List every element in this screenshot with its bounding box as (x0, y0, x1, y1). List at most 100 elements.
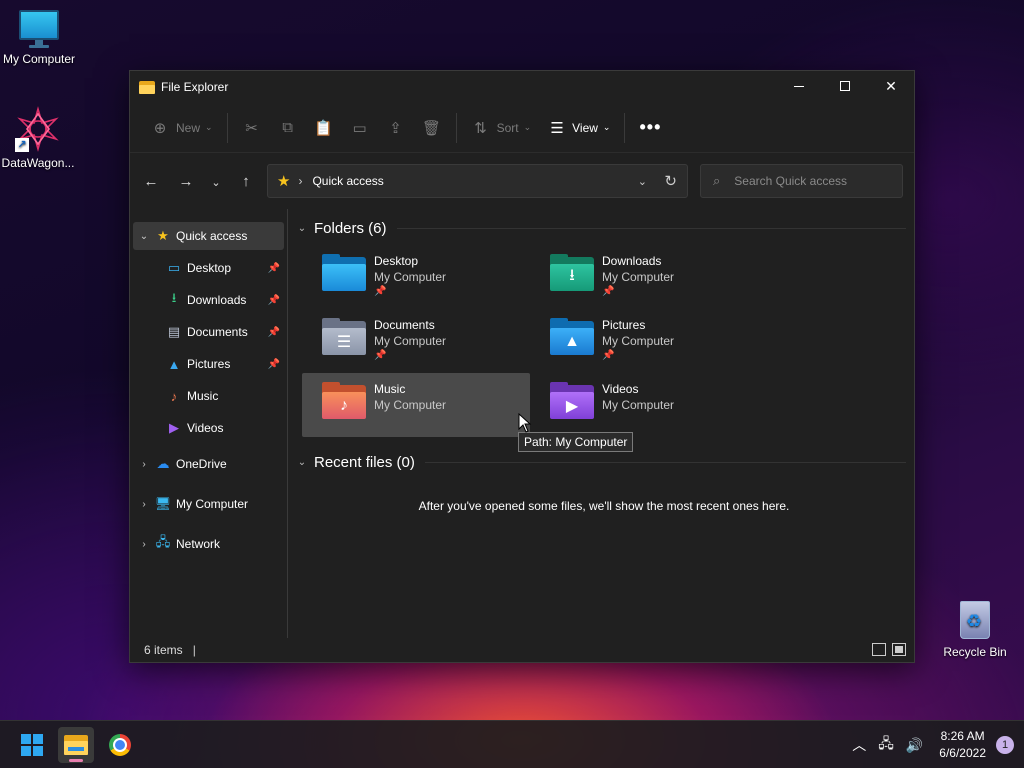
sidebar-item-label: Videos (187, 421, 224, 435)
sidebar-item-label: OneDrive (176, 457, 227, 471)
chevron-right-icon[interactable]: › (133, 459, 155, 470)
sort-icon: ⇅ (474, 119, 487, 137)
chevron-up-icon[interactable]: ︿ (852, 735, 866, 755)
network-icon[interactable]: 🖧 (878, 733, 894, 757)
sidebar-item-label: Downloads (187, 293, 247, 307)
arrow-left-icon: ← (143, 172, 159, 190)
sidebar-item-music[interactable]: ♪ Music (133, 382, 284, 410)
folder-tile-pictures[interactable]: ▲ Pictures My Computer 📌 (530, 309, 758, 373)
sidebar-item-downloads[interactable]: ⭳ Downloads 📌 (133, 286, 284, 314)
large-icons-view-button[interactable] (892, 643, 906, 656)
system-tray: ︿ 🖧 🔊 8:26 AM 6/6/2022 1 (846, 721, 1024, 768)
status-bar: 6 items | (130, 638, 914, 662)
maximize-button[interactable] (822, 71, 868, 101)
folder-tile-downloads[interactable]: ⭳ Downloads My Computer 📌 (530, 245, 758, 309)
sidebar-item-pictures[interactable]: ▲ Pictures 📌 (133, 350, 284, 378)
address-dropdown-button[interactable]: ⌄ (638, 175, 647, 188)
folder-location: My Computer (602, 334, 675, 348)
close-button[interactable]: ✕ (868, 71, 914, 101)
delete-button[interactable]: 🗑 (419, 112, 445, 144)
folder-location: My Computer (374, 398, 447, 412)
sidebar-item-my-computer[interactable]: › 🖥 My Computer (133, 490, 284, 518)
navigation-pane: ⌄ ★ Quick access ▭ Desktop 📌 ⭳ Downloads… (130, 209, 288, 638)
desktop-icon-datawagon[interactable]: ↗ DataWagon... (0, 106, 79, 170)
breadcrumb-separator-icon: › (298, 174, 303, 188)
volume-icon[interactable]: 🔊 (906, 737, 923, 754)
share-button[interactable]: ⇪ (383, 112, 409, 144)
folder-location: My Computer (602, 270, 675, 284)
folder-tile-documents[interactable]: ☰ Documents My Computer 📌 (302, 309, 530, 373)
breadcrumb-quick-access[interactable]: Quick access (312, 174, 383, 188)
folder-name: Downloads (602, 254, 662, 268)
star-icon: ★ (277, 173, 291, 190)
minimize-button[interactable] (776, 71, 822, 101)
downloads-folder-icon: ⭳ (550, 254, 594, 293)
content-pane: ⌄ Folders (6) Desktop My Computer 📌 ⭳ Do… (288, 209, 914, 638)
desktop-icon-label: DataWagon... (1, 156, 75, 170)
sidebar-item-network[interactable]: › 🖧 Network (133, 530, 284, 558)
copy-button[interactable]: ⧉ (275, 112, 301, 144)
search-input[interactable] (734, 174, 895, 188)
desktop-icon-label: Recycle Bin (943, 645, 1007, 659)
see-more-button[interactable]: ••• (631, 112, 669, 144)
share-icon: ⇪ (389, 119, 402, 137)
arrow-right-icon: → (178, 172, 194, 190)
sidebar-item-documents[interactable]: ▤ Documents 📌 (133, 318, 284, 346)
more-icon: ••• (639, 117, 662, 137)
desktop-icon-my-computer[interactable]: My Computer (0, 10, 80, 66)
folder-name: Pictures (602, 318, 646, 332)
sidebar-item-label: Music (187, 389, 219, 403)
list-view-icon: ☰ (550, 119, 564, 137)
view-button[interactable]: ☰ View ⌄ (539, 112, 618, 144)
toolbar-divider (455, 112, 457, 143)
pin-icon: 📌 (374, 350, 387, 361)
folder-name: Videos (602, 382, 639, 396)
title-bar[interactable]: File Explorer ✕ (130, 71, 914, 103)
forward-button[interactable]: → (171, 173, 201, 190)
folder-tile-music[interactable]: ♪ Music My Computer (302, 373, 530, 437)
document-icon: ▤ (167, 324, 181, 339)
sidebar-item-quick-access[interactable]: ⌄ ★ Quick access (133, 222, 284, 250)
clock[interactable]: 8:26 AM 6/6/2022 (939, 728, 986, 762)
new-button[interactable]: ⊕ New ⌄ (142, 112, 221, 144)
cut-button[interactable]: ✂ (239, 112, 265, 144)
rename-button[interactable]: ▭ (347, 112, 373, 144)
navigation-bar: ← → ⌄ ↑ ★ › Quick access ⌄ ↻ ⌕ (130, 153, 914, 209)
start-button[interactable] (14, 727, 50, 763)
notification-badge[interactable]: 1 (996, 736, 1014, 754)
sort-button[interactable]: ⇅ Sort ⌄ (463, 112, 540, 144)
sidebar-item-label: Network (176, 537, 221, 551)
folder-icon (64, 735, 88, 755)
window-title: File Explorer (161, 80, 229, 94)
refresh-button[interactable]: ↻ (664, 172, 677, 190)
scissors-icon: ✂ (245, 119, 258, 137)
folders-section-header[interactable]: ⌄ Folders (6) (294, 213, 914, 243)
chevron-down-icon[interactable]: ⌄ (133, 231, 155, 242)
recent-locations-button[interactable]: ⌄ (201, 173, 231, 190)
sidebar-item-desktop[interactable]: ▭ Desktop 📌 (133, 254, 284, 282)
pin-icon: 📌 (267, 262, 280, 274)
address-bar[interactable]: ★ › Quick access ⌄ ↻ (267, 164, 688, 198)
chevron-right-icon[interactable]: › (133, 539, 155, 550)
taskbar-chrome[interactable] (102, 727, 138, 763)
pin-icon: 📌 (602, 286, 615, 297)
search-box[interactable]: ⌕ (700, 164, 903, 198)
chevron-right-icon[interactable]: › (133, 499, 155, 510)
desktop-icon-recycle-bin[interactable]: ♻ Recycle Bin (934, 597, 1016, 659)
paste-button[interactable]: 📋 (311, 112, 337, 144)
toolbar-divider (624, 112, 626, 143)
pin-icon: 📌 (267, 294, 280, 306)
folder-tile-desktop[interactable]: Desktop My Computer 📌 (302, 245, 530, 309)
sidebar-item-videos[interactable]: ▶ Videos (133, 414, 284, 442)
sidebar-item-onedrive[interactable]: › ☁ OneDrive (133, 450, 284, 478)
back-button[interactable]: ← (136, 173, 166, 190)
recent-files-empty-message: After you've opened some files, we'll sh… (418, 499, 790, 513)
folder-tile-videos[interactable]: ▶ Videos My Computer (530, 373, 758, 437)
taskbar-file-explorer[interactable] (58, 727, 94, 763)
monitor-icon (17, 10, 61, 48)
details-view-button[interactable] (872, 643, 886, 656)
chevron-down-icon: ⌄ (211, 176, 221, 189)
sidebar-item-label: Desktop (187, 261, 232, 275)
video-icon: ▶ (169, 420, 179, 435)
up-button[interactable]: ↑ (231, 173, 261, 190)
